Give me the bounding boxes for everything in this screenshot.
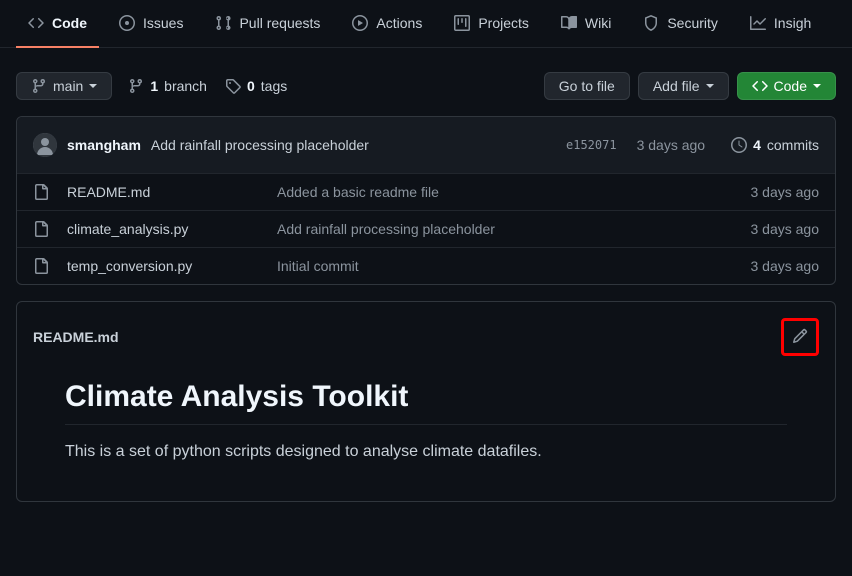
file-row: README.md Added a basic readme file 3 da…: [17, 174, 835, 211]
tab-label: Projects: [478, 15, 529, 31]
tab-label: Pull requests: [239, 15, 320, 31]
issue-icon: [119, 15, 135, 31]
history-icon: [731, 137, 747, 153]
commits-count: 4: [753, 137, 761, 153]
avatar[interactable]: [33, 133, 57, 157]
code-icon: [752, 78, 768, 94]
file-commit-message[interactable]: Added a basic readme file: [277, 184, 751, 200]
repo-toolbar: main 1 branch 0 tags Go to file Add file: [16, 72, 836, 100]
repo-tabs: Code Issues Pull requests Actions Projec…: [0, 0, 852, 48]
code-download-button[interactable]: Code: [737, 72, 836, 100]
file-time: 3 days ago: [751, 258, 820, 274]
pencil-icon: [792, 328, 808, 347]
file-commit-message[interactable]: Initial commit: [277, 258, 751, 274]
file-name[interactable]: temp_conversion.py: [67, 258, 277, 274]
edit-button-highlight: [781, 318, 819, 356]
code-icon: [28, 15, 44, 31]
graph-icon: [750, 15, 766, 31]
tab-insights[interactable]: Insigh: [738, 0, 823, 48]
commit-author[interactable]: smangham: [67, 137, 141, 153]
tab-pull-requests[interactable]: Pull requests: [203, 0, 332, 48]
commit-message[interactable]: Add rainfall processing placeholder: [151, 137, 369, 153]
tab-code[interactable]: Code: [16, 0, 99, 48]
pull-request-icon: [215, 15, 231, 31]
latest-commit-row: smangham Add rainfall processing placeho…: [17, 117, 835, 174]
tab-label: Insigh: [774, 15, 811, 31]
code-button-label: Code: [774, 78, 807, 94]
commits-link[interactable]: 4 commits: [731, 137, 819, 153]
add-file-label: Add file: [653, 78, 700, 94]
file-icon: [33, 184, 51, 200]
caret-down-icon: [813, 84, 821, 88]
tag-count: 0: [247, 78, 255, 94]
add-file-button[interactable]: Add file: [638, 72, 729, 100]
tab-label: Actions: [376, 15, 422, 31]
file-icon: [33, 221, 51, 237]
tab-wiki[interactable]: Wiki: [549, 0, 623, 48]
tab-label: Issues: [143, 15, 183, 31]
file-row: climate_analysis.py Add rainfall process…: [17, 211, 835, 248]
play-icon: [352, 15, 368, 31]
tab-label: Wiki: [585, 15, 611, 31]
tab-issues[interactable]: Issues: [107, 0, 195, 48]
branch-select-button[interactable]: main: [16, 72, 112, 100]
file-time: 3 days ago: [751, 184, 820, 200]
go-to-file-button[interactable]: Go to file: [544, 72, 630, 100]
file-name[interactable]: climate_analysis.py: [67, 221, 277, 237]
file-browser: smangham Add rainfall processing placeho…: [16, 116, 836, 285]
branch-count-label: branch: [164, 78, 207, 94]
branch-count: 1: [150, 78, 158, 94]
tab-security[interactable]: Security: [631, 0, 730, 48]
commit-hash[interactable]: e152071: [566, 138, 617, 152]
readme-box: README.md Climate Analysis Toolkit This …: [16, 301, 836, 502]
branch-icon: [128, 78, 144, 94]
file-time: 3 days ago: [751, 221, 820, 237]
branch-icon: [31, 78, 47, 94]
branch-name: main: [53, 78, 83, 94]
tab-label: Code: [52, 15, 87, 31]
file-commit-message[interactable]: Add rainfall processing placeholder: [277, 221, 751, 237]
tab-label: Security: [667, 15, 718, 31]
edit-readme-button[interactable]: [786, 323, 814, 351]
readme-title: Climate Analysis Toolkit: [65, 380, 787, 425]
caret-down-icon: [89, 84, 97, 88]
readme-filename[interactable]: README.md: [33, 329, 119, 345]
file-name[interactable]: README.md: [67, 184, 277, 200]
branches-link[interactable]: 1 branch: [128, 78, 207, 94]
commits-label: commits: [767, 137, 819, 153]
tags-link[interactable]: 0 tags: [225, 78, 287, 94]
main-content: main 1 branch 0 tags Go to file Add file: [0, 48, 852, 526]
project-icon: [454, 15, 470, 31]
shield-icon: [643, 15, 659, 31]
file-row: temp_conversion.py Initial commit 3 days…: [17, 248, 835, 284]
readme-content: Climate Analysis Toolkit This is a set o…: [33, 380, 819, 485]
tag-count-label: tags: [261, 78, 287, 94]
readme-body: This is a set of python scripts designed…: [65, 443, 787, 461]
caret-down-icon: [706, 84, 714, 88]
tab-actions[interactable]: Actions: [340, 0, 434, 48]
tab-projects[interactable]: Projects: [442, 0, 541, 48]
commit-time[interactable]: 3 days ago: [637, 137, 706, 153]
book-icon: [561, 15, 577, 31]
tag-icon: [225, 78, 241, 94]
file-icon: [33, 258, 51, 274]
